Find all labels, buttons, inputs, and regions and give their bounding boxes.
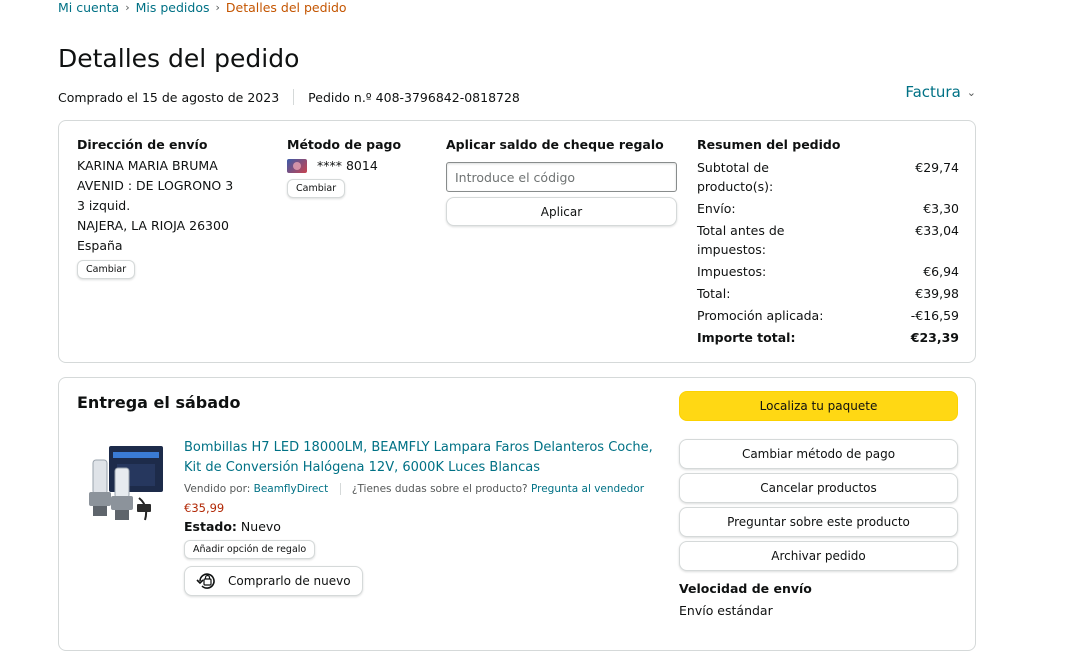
gift-code-input[interactable] — [446, 162, 677, 192]
order-info-card: Dirección de envío KARINA MARIA BRUMA AV… — [58, 120, 976, 363]
summary-title: Resumen del pedido — [697, 137, 841, 152]
product-condition: Estado: Nuevo — [184, 519, 664, 534]
breadcrumb-separator: › — [215, 1, 220, 14]
order-meta: Comprado el 15 de agosto de 2023 Pedido … — [58, 89, 520, 105]
shipping-address: Dirección de envío KARINA MARIA BRUMA AV… — [77, 137, 277, 279]
summary-value: -€16,59 — [910, 308, 959, 323]
address-line: 3 izquid. — [77, 198, 131, 213]
summary-value: €23,39 — [910, 330, 959, 345]
ask-seller-link[interactable]: Pregunta al vendedor — [531, 483, 644, 495]
product-price: €35,99 — [184, 501, 225, 515]
order-actions: Localiza tu paquete Cambiar método de pa… — [679, 391, 958, 618]
summary-label: Promoción aplicada: — [697, 308, 824, 323]
product-details: Bombillas H7 LED 18000LM, BEAMFLY Lampar… — [184, 438, 664, 596]
address-line: KARINA MARIA BRUMA — [77, 158, 218, 173]
change-address-button[interactable]: Cambiar — [77, 260, 136, 279]
condition-label: Estado: — [184, 519, 237, 534]
shipping-title: Dirección de envío — [77, 137, 208, 152]
payment-method: Método de pago **** 8014 Cambiar — [287, 137, 401, 198]
address-line: NAJERA, LA RIOJA 26300 — [77, 218, 229, 233]
summary-value: €6,94 — [923, 264, 959, 279]
archive-order-button[interactable]: Archivar pedido — [679, 541, 958, 571]
gift-card-title: Aplicar saldo de cheque regalo — [446, 137, 664, 152]
change-payment-method-button[interactable]: Cambiar método de pago — [679, 439, 958, 469]
summary-row: Total antes de impuestos: €33,04 — [697, 221, 959, 259]
summary-row: Envío: €3,30 — [697, 199, 959, 218]
change-payment-button[interactable]: Cambiar — [287, 179, 346, 198]
seller-divider — [339, 483, 341, 495]
summary-value: €29,74 — [915, 160, 959, 175]
gift-card-section: Aplicar saldo de cheque regalo Aplicar — [446, 137, 678, 226]
breadcrumb-separator: › — [125, 1, 130, 14]
breadcrumb: Mi cuenta › Mis pedidos › Detalles del p… — [58, 0, 347, 15]
delivery-title: Entrega el sábado — [77, 393, 241, 412]
summary-row: Subtotal de producto(s): €29,74 — [697, 158, 959, 196]
summary-value: €39,98 — [915, 286, 959, 301]
summary-label: Impuestos: — [697, 264, 767, 279]
payment-card-row: **** 8014 — [287, 158, 401, 173]
chevron-down-icon: ⌄ — [966, 85, 976, 99]
breadcrumb-my-account[interactable]: Mi cuenta — [58, 0, 119, 15]
product-title-link[interactable]: Bombillas H7 LED 18000LM, BEAMFLY Lampar… — [184, 438, 664, 478]
shipping-speed-title: Velocidad de envío — [679, 581, 812, 596]
buy-again-label: Comprarlo de nuevo — [228, 574, 351, 588]
condition-value: Nuevo — [240, 519, 281, 534]
apply-gift-button[interactable]: Aplicar — [446, 197, 677, 226]
ask-product-button[interactable]: Preguntar sobre este producto — [679, 507, 958, 537]
summary-value: €3,30 — [923, 201, 959, 216]
order-number: Pedido n.º 408-3796842-0818728 — [308, 89, 520, 105]
payment-title: Método de pago — [287, 137, 402, 152]
seller-line: Vendido por: BeamflyDirect ¿Tienes dudas… — [184, 479, 664, 499]
summary-label: Total: — [697, 286, 731, 301]
summary-label: Envío: — [697, 201, 736, 216]
breadcrumb-current: Detalles del pedido — [225, 0, 347, 15]
summary-row: Impuestos: €6,94 — [697, 262, 959, 281]
track-package-button[interactable]: Localiza tu paquete — [679, 391, 958, 421]
purchase-date: Comprado el 15 de agosto de 2023 — [58, 89, 280, 105]
address-line: AVENID : DE LOGRONO 3 — [77, 178, 234, 193]
buy-again-icon — [196, 573, 215, 589]
question-text: ¿Tienes dudas sobre el producto? — [351, 483, 528, 495]
credit-card-icon — [287, 158, 307, 173]
sold-by-label: Vendido por: — [184, 483, 251, 495]
card-last-digits: **** 8014 — [317, 158, 378, 173]
gift-option-row: Añadir opción de regalo — [184, 540, 664, 559]
add-gift-option-button[interactable]: Añadir opción de regalo — [184, 540, 316, 559]
address-lines: KARINA MARIA BRUMA AVENID : DE LOGRONO 3… — [77, 156, 277, 256]
invoice-dropdown[interactable]: Factura ⌄ — [905, 83, 976, 101]
breadcrumb-my-orders[interactable]: Mis pedidos — [136, 0, 210, 15]
shipment-card: Entrega el sábado Bombillas H7 LED 18000… — [58, 377, 976, 651]
shipping-speed-value: Envío estándar — [679, 603, 773, 618]
seller-link[interactable]: BeamflyDirect — [254, 483, 329, 495]
summary-value: €33,04 — [915, 223, 959, 238]
meta-divider — [293, 89, 295, 105]
summary-total-row: Importe total: €23,39 — [697, 328, 959, 347]
product-image[interactable] — [79, 438, 169, 528]
buy-again-button[interactable]: Comprarlo de nuevo — [184, 566, 363, 596]
invoice-label: Factura — [905, 83, 961, 101]
summary-label: Importe total: — [697, 330, 796, 345]
summary-label: Total antes de impuestos: — [697, 223, 785, 257]
summary-label: Subtotal de producto(s): — [697, 160, 774, 194]
summary-row: Promoción aplicada: -€16,59 — [697, 306, 959, 325]
summary-row: Total: €39,98 — [697, 284, 959, 303]
cancel-items-button[interactable]: Cancelar productos — [679, 473, 958, 503]
address-line: España — [77, 238, 123, 253]
order-summary: Resumen del pedido Subtotal de producto(… — [697, 137, 959, 350]
page-title: Detalles del pedido — [58, 44, 300, 73]
